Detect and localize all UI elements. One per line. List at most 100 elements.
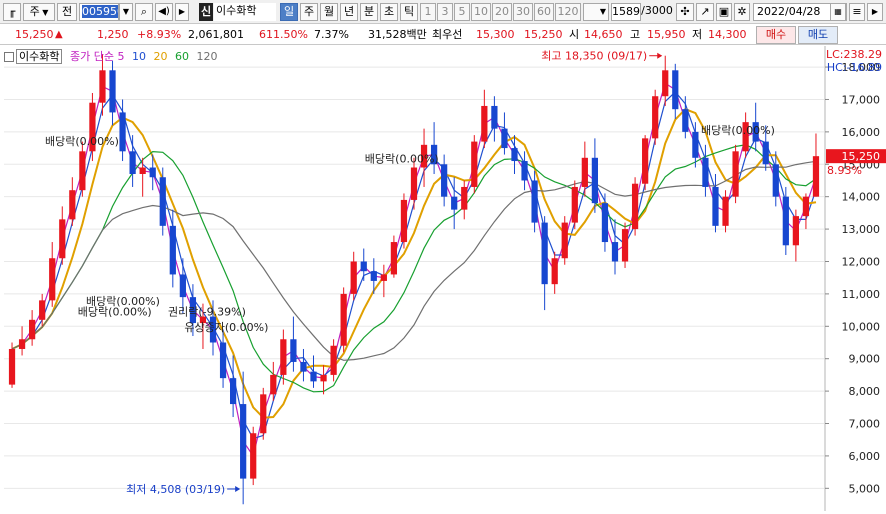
current-price: 15,250: [15, 28, 54, 41]
current-price-label: 15,250: [842, 150, 881, 163]
ask-price: 15,300: [476, 28, 515, 41]
candle-body: [471, 141, 478, 187]
candle-body: [350, 261, 357, 294]
interval-5-button[interactable]: 5: [454, 3, 470, 21]
candle-body: [310, 371, 317, 382]
candle-body: [712, 186, 719, 226]
event-label: 배당락(0.00%): [78, 306, 152, 319]
period-tick-tab[interactable]: 틱: [400, 3, 418, 21]
candle-body: [551, 258, 558, 285]
menu-icon[interactable]: ≡: [849, 3, 865, 21]
open-price: 14,650: [584, 28, 623, 41]
prev-button[interactable]: 전: [57, 3, 77, 21]
amount: 31,528백만: [368, 28, 427, 41]
legend-ma-5: 5: [117, 50, 125, 63]
period-day-tab[interactable]: 일: [280, 3, 298, 21]
candle-body: [139, 167, 146, 174]
prev-label: 전: [61, 5, 73, 18]
candle-body: [129, 151, 136, 174]
interval-1-button[interactable]: 1: [420, 3, 436, 21]
interval-3-button[interactable]: 3: [437, 3, 453, 21]
candle-body: [69, 190, 76, 220]
trend-icon[interactable]: ↗: [696, 3, 714, 21]
candle-body: [330, 345, 337, 375]
candle-body: [39, 300, 46, 320]
candle-body: [621, 229, 629, 262]
high-arrow-icon: [657, 52, 663, 59]
data-total: /3000: [641, 4, 673, 17]
interval-10-button[interactable]: 10: [471, 3, 491, 21]
period-minute-tab[interactable]: 분: [360, 3, 378, 21]
candle-body: [400, 199, 408, 243]
candle-body: [772, 164, 779, 197]
toolbar: ╓ 주 ▼ 전 005950 ▼ ⌕ ◀) ▶ 신 이수화학 일 주 월 년 분…: [0, 0, 886, 24]
candle-body: [260, 394, 267, 434]
high-annotation: 최고 18,350 (09/17): [541, 50, 647, 63]
stock-code-input[interactable]: 005950: [79, 3, 119, 21]
candle-body: [501, 128, 508, 149]
code-dropdown-button[interactable]: ▼: [119, 3, 133, 21]
low-annotation: 최저 4,508 (03/19): [126, 483, 225, 496]
interval-60-button[interactable]: 60: [534, 3, 554, 21]
candle-body: [280, 339, 287, 375]
y-tick-label: 16,000: [842, 126, 881, 139]
sell-button[interactable]: 매도: [798, 26, 838, 44]
candle-body: [461, 186, 468, 210]
legend-stock-name: 이수화학: [16, 49, 63, 64]
calendar-icon[interactable]: ▦: [830, 3, 846, 21]
period-week-tab[interactable]: 주: [300, 3, 318, 21]
candle-body: [792, 216, 799, 246]
candle-body: [270, 374, 277, 395]
interval-120-button[interactable]: 120: [555, 3, 581, 21]
candle-body: [812, 156, 820, 197]
type-label: 주: [29, 5, 40, 18]
candle-body: [611, 242, 619, 262]
change-percent: +8.93%: [137, 28, 182, 41]
candle-body: [481, 105, 488, 142]
type-select[interactable]: 주 ▼: [23, 3, 55, 21]
period-second-tab[interactable]: 초: [380, 3, 398, 21]
period-year-tab[interactable]: 년: [340, 3, 358, 21]
chart-canvas[interactable]: 배당락(0.00%) 배당락(0.00%) 배당락(0.00%) 권리락(-9.39%…: [0, 46, 886, 511]
grid-icon[interactable]: ✣: [676, 3, 694, 21]
candle-body: [642, 138, 649, 184]
y-tick-label: 9,000: [849, 353, 881, 366]
event-label: 배당락(0.00%): [701, 124, 775, 137]
candle-body: [320, 374, 327, 382]
y-tick-label: 8,000: [849, 385, 881, 398]
chart-type-icon[interactable]: ╓: [3, 3, 21, 21]
interval-30-button[interactable]: 30: [513, 3, 533, 21]
stock-code: 005950: [82, 5, 118, 18]
interval-20-button[interactable]: 20: [492, 3, 512, 21]
y-tick-label: 10,000: [842, 320, 881, 333]
gear-icon[interactable]: ✲: [734, 3, 750, 21]
interval-select[interactable]: ▼: [583, 3, 609, 21]
candle-body: [169, 225, 176, 275]
settings-arrow-icon[interactable]: ▶: [867, 3, 883, 21]
buy-button[interactable]: 매수: [756, 26, 796, 44]
y-tick-label: 7,000: [849, 418, 881, 431]
legend-toggle-icon[interactable]: [4, 52, 14, 62]
save-icon[interactable]: ▣: [716, 3, 732, 21]
event-label: 권리락(-9.39%): [168, 306, 246, 319]
data-count-input[interactable]: 1589: [611, 3, 641, 21]
high-price: 15,950: [647, 28, 686, 41]
y-tick-label: 12,000: [842, 255, 881, 268]
period-month-tab[interactable]: 월: [320, 3, 338, 21]
candle-body: [59, 219, 66, 259]
price-chart[interactable]: 배당락(0.00%) 배당락(0.00%) 배당락(0.00%) 권리락(-9.39%…: [0, 46, 886, 511]
search-icon[interactable]: ⌕: [135, 3, 153, 21]
scale-hc-label: HC:-16.89: [826, 61, 882, 74]
expand-arrow-icon[interactable]: ▶: [175, 3, 189, 21]
candle-body: [109, 70, 116, 113]
low-arrow-icon: [235, 486, 241, 492]
candle-body: [672, 70, 679, 110]
candle-body: [219, 342, 227, 379]
candle-body: [511, 148, 518, 162]
speaker-icon[interactable]: ◀): [155, 3, 173, 21]
candle-body: [340, 293, 347, 346]
candle-body: [782, 196, 789, 246]
high-label: 고: [630, 28, 641, 41]
candle-body: [601, 203, 609, 243]
candle-body: [541, 222, 548, 285]
